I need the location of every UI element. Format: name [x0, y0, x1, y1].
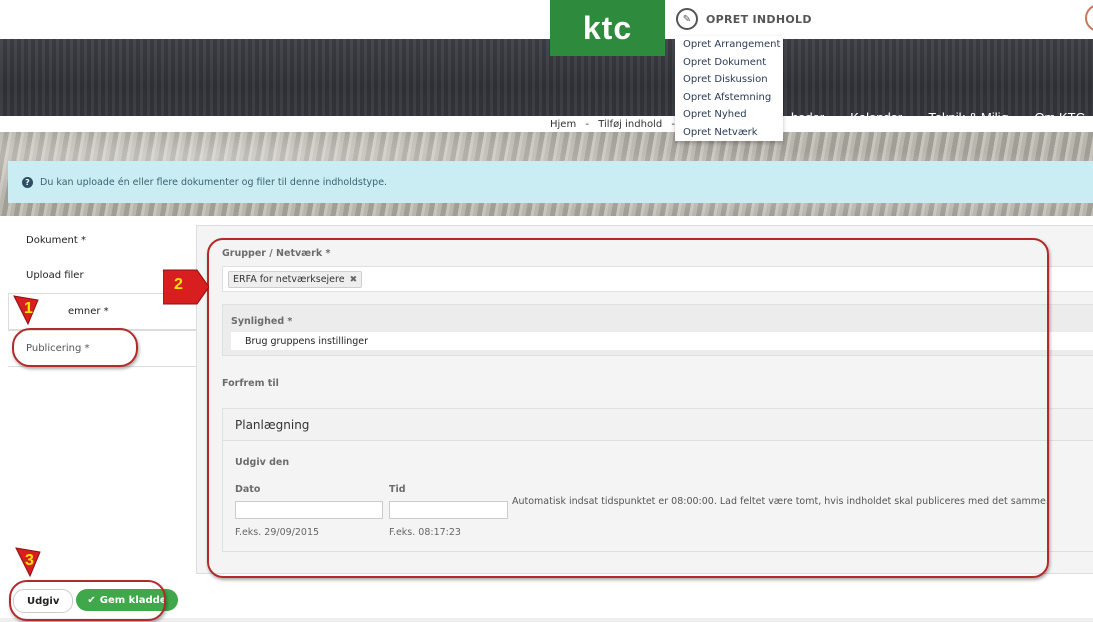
menu-item-create-event[interactable]: Opret Arrangement: [675, 37, 783, 55]
footer-divider: [0, 618, 1093, 622]
annotation-marker-1: 1: [10, 294, 40, 326]
question-circle-icon: ?: [22, 176, 33, 188]
tab-label: Dokument *: [26, 235, 86, 246]
nav-item-about[interactable]: Om KTC: [1034, 110, 1085, 125]
main-nav: ...heder Kalender Teknik & Miljø Om KTC: [754, 110, 1085, 125]
red-arrow-icon: [162, 269, 210, 305]
menu-item-create-network[interactable]: Opret Netværk: [675, 125, 783, 143]
annotation-marker-3: 3: [12, 546, 42, 578]
nav-item-calendar[interactable]: Kalender: [850, 110, 902, 125]
avatar[interactable]: [1085, 4, 1093, 32]
annotation-marker-2: 2: [162, 268, 210, 306]
annotation-ellipse-publishing: [12, 328, 138, 367]
nav-item-tech-environment[interactable]: Teknik & Miljø: [928, 110, 1008, 125]
menu-item-create-discussion[interactable]: Opret Diskussion: [675, 72, 783, 90]
nav-banner: ...heder Kalender Teknik & Miljø Om KTC: [0, 39, 1093, 125]
tab-document[interactable]: Dokument *: [8, 223, 196, 258]
menu-item-create-document[interactable]: Opret Dokument: [675, 55, 783, 73]
annotation-label-2: 2: [174, 276, 183, 293]
annotation-ellipse-actions: [9, 580, 166, 621]
menu-item-create-poll[interactable]: Opret Afstemning: [675, 90, 783, 108]
annotation-label-3: 3: [25, 552, 34, 569]
info-text: Du kan uploade én eller flere dokumenter…: [40, 176, 388, 188]
breadcrumb-add-content[interactable]: Tilføj indhold: [598, 119, 662, 130]
ktc-logo[interactable]: ktc: [550, 0, 665, 56]
info-message: ? Du kan uploade én eller flere dokument…: [8, 161, 1093, 203]
edit-note-icon: ✎: [676, 8, 698, 30]
breadcrumb-separator: -: [585, 119, 589, 130]
annotation-ellipse-panel: [207, 238, 1049, 578]
menu-item-create-news[interactable]: Opret Nyhed: [675, 107, 783, 125]
create-content-menu: Opret Arrangement Opret Dokument Opret D…: [675, 36, 783, 141]
create-content-label: OPRET INDHOLD: [706, 12, 812, 26]
top-bar: ✎ OPRET INDHOLD: [0, 0, 1093, 39]
annotation-label-1: 1: [24, 300, 33, 317]
tab-label: Upload filer: [26, 270, 84, 281]
create-content-button[interactable]: ✎ OPRET INDHOLD: [676, 8, 812, 30]
breadcrumb-home[interactable]: Hjem: [550, 119, 576, 130]
nav-item-partial[interactable]: ...heder: [780, 110, 824, 125]
